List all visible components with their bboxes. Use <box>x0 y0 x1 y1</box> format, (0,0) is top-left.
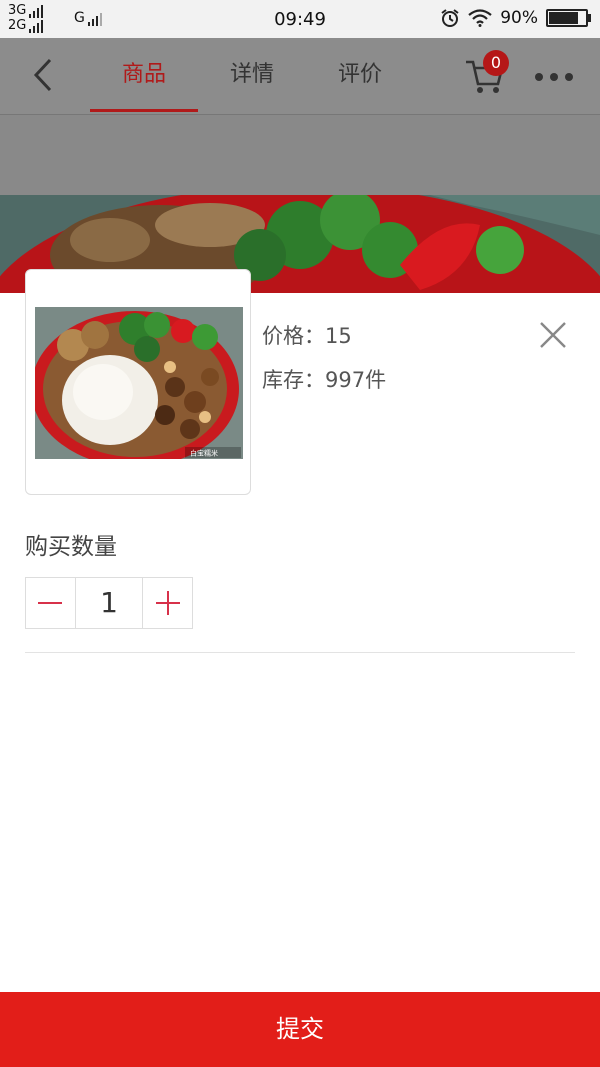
more-dots-icon[interactable] <box>535 73 573 81</box>
minus-icon <box>38 602 63 604</box>
cart-count-badge: 0 <box>483 50 509 76</box>
battery-icon <box>546 9 591 27</box>
alarm-icon <box>441 9 459 27</box>
close-icon[interactable] <box>538 320 568 350</box>
product-stock: 库存：997件 <box>262 368 387 392</box>
quantity-value[interactable]: 1 <box>74 578 144 628</box>
quantity-stepper: 1 <box>25 577 193 629</box>
chevron-left-icon[interactable] <box>28 56 68 96</box>
tab-goods[interactable]: 商品 <box>90 56 198 88</box>
product-price: 价格：15 <box>262 324 352 348</box>
wifi-icon <box>468 9 492 27</box>
increase-quantity-button[interactable] <box>143 578 192 628</box>
submit-button[interactable]: 提交 <box>0 992 600 1067</box>
active-tab-indicator <box>90 109 198 112</box>
product-thumbnail-card: 白宝糯米 <box>25 269 251 495</box>
top-nav-bar: 商品 详情 评价 0 <box>0 38 600 115</box>
quantity-label: 购买数量 <box>25 534 117 560</box>
status-right: 90% <box>440 8 591 28</box>
product-thumbnail-image: 白宝糯米 <box>35 307 243 459</box>
status-bar: 3G 2G G 09:49 90% <box>0 0 600 38</box>
tab-reviews[interactable]: 评价 <box>306 56 414 88</box>
plus-icon <box>155 591 180 615</box>
image-watermark: 白宝糯米 <box>190 449 218 458</box>
tab-details[interactable]: 详情 <box>198 56 306 88</box>
battery-percent: 90% <box>500 8 538 28</box>
divider <box>25 652 575 653</box>
battery-fill <box>549 12 578 24</box>
sku-selection-panel: 白宝糯米 价格：15 库存：997件 购买数量 1 <box>0 269 600 992</box>
overlay-dim <box>0 115 600 195</box>
decrease-quantity-button[interactable] <box>26 578 75 628</box>
